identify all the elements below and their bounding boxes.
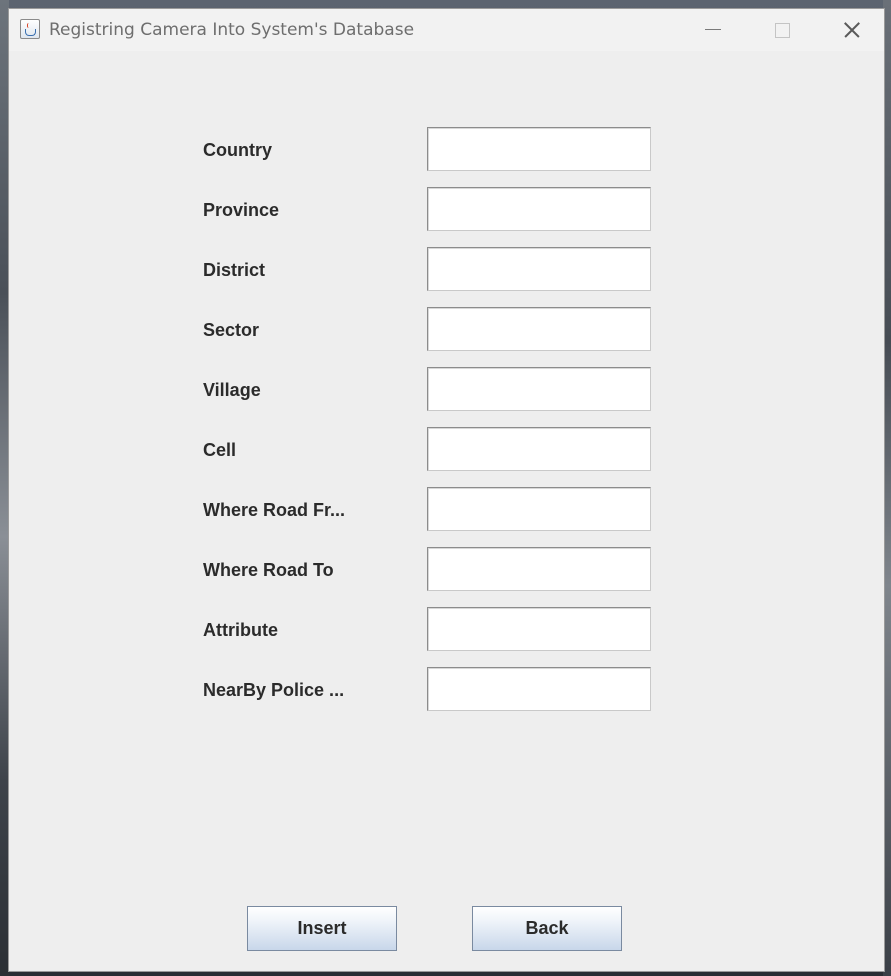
title-bar[interactable]: Registring Camera Into System's Database bbox=[9, 9, 884, 51]
cell-label: Cell bbox=[203, 440, 237, 460]
province-input[interactable] bbox=[427, 187, 651, 231]
where-road-from-input[interactable] bbox=[427, 487, 651, 531]
province-label: Province bbox=[203, 200, 280, 220]
maximize-button[interactable] bbox=[748, 9, 818, 51]
where-road-to-label: Where Road To bbox=[203, 560, 334, 580]
country-input[interactable] bbox=[427, 127, 651, 171]
close-button[interactable] bbox=[817, 9, 887, 51]
country-label: Country bbox=[203, 140, 272, 160]
nearby-police-input[interactable] bbox=[427, 667, 651, 711]
java-cup-icon bbox=[20, 19, 40, 39]
minimize-button[interactable] bbox=[678, 9, 748, 51]
insert-button[interactable]: Insert bbox=[247, 906, 397, 951]
cell-input[interactable] bbox=[427, 427, 651, 471]
sector-input[interactable] bbox=[427, 307, 651, 351]
window-title: Registring Camera Into System's Database bbox=[49, 20, 415, 40]
attribute-label: Attribute bbox=[203, 620, 278, 640]
village-label: Village bbox=[203, 380, 261, 400]
district-input[interactable] bbox=[427, 247, 651, 291]
district-label: District bbox=[203, 260, 266, 280]
where-road-to-input[interactable] bbox=[427, 547, 651, 591]
village-input[interactable] bbox=[427, 367, 651, 411]
back-button[interactable]: Back bbox=[472, 906, 622, 951]
minimize-icon bbox=[705, 29, 721, 30]
attribute-input[interactable] bbox=[427, 607, 651, 651]
registration-window: Registring Camera Into System's Database… bbox=[8, 8, 885, 972]
sector-label: Sector bbox=[203, 320, 260, 340]
where-road-from-label: Where Road Fr... bbox=[203, 500, 346, 520]
maximize-icon bbox=[775, 23, 790, 38]
nearby-police-label: NearBy Police ... bbox=[203, 680, 345, 700]
